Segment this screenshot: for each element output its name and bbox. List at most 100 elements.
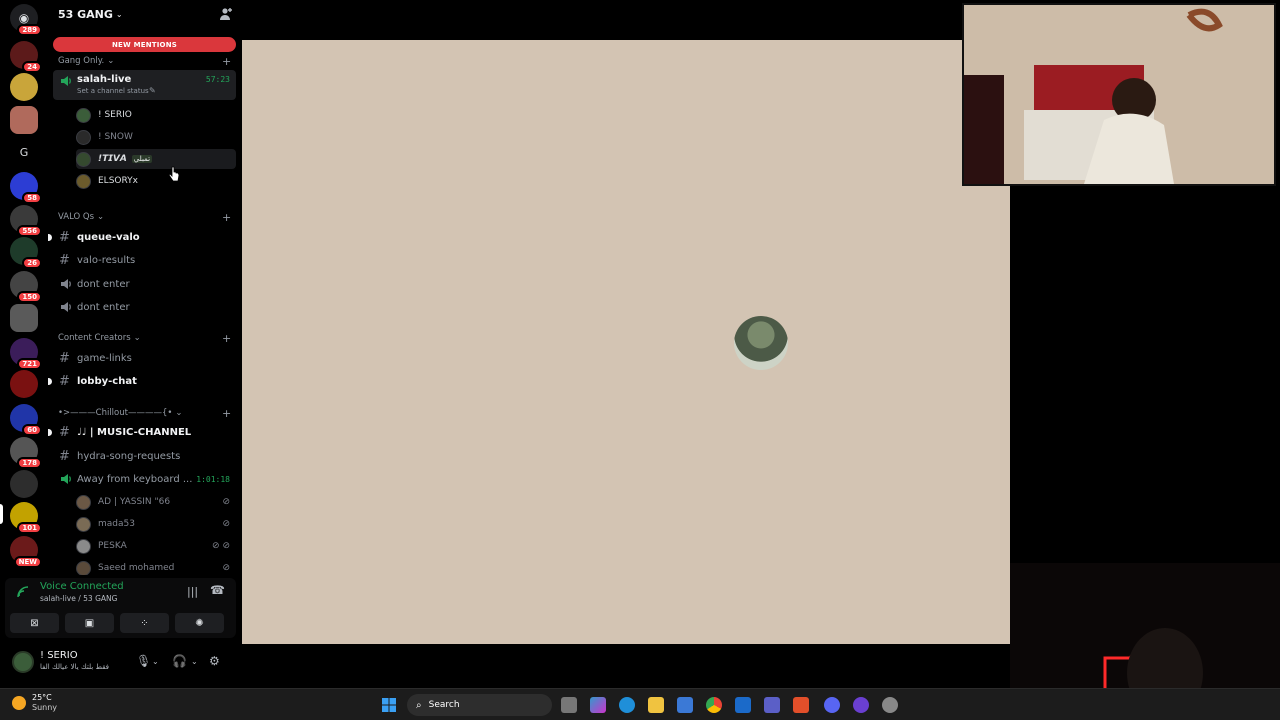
voice-connected-subtitle[interactable]: salah-live / 53 GANG [40, 594, 117, 603]
server-icon-11[interactable] [10, 370, 38, 398]
settings-gear-icon[interactable]: ⚙ [209, 654, 220, 668]
server-icon-1[interactable]: 24 [10, 41, 42, 73]
soundboard-icon: ✺ [195, 617, 204, 629]
add-channel-icon[interactable]: + [222, 211, 231, 224]
taskbar-search[interactable]: ⌕ Search [407, 694, 552, 716]
server-header[interactable]: 53 GANG ⌄ [48, 0, 241, 28]
channel-name: hydra-song-requests [77, 450, 181, 462]
voice-user[interactable]: PESKA ⊘ ⊘ [76, 536, 236, 556]
teams-icon[interactable] [764, 697, 780, 713]
voice-channel-dont-enter[interactable]: dont enter [53, 297, 236, 317]
file-explorer-icon[interactable] [648, 697, 664, 713]
category-gang-only[interactable]: Gang Only. ⌄ + [58, 55, 231, 68]
server-icon-g[interactable]: G [10, 138, 38, 166]
stream-view[interactable] [242, 40, 1010, 644]
voice-connected-title[interactable]: Voice Connected [40, 581, 124, 592]
activities-button[interactable]: ⁘ [120, 613, 169, 633]
channel-name: salah-live [77, 74, 132, 85]
app-icon[interactable] [882, 697, 898, 713]
copilot-icon[interactable] [590, 697, 606, 713]
user-name[interactable]: ! SERIO [40, 650, 78, 661]
chevron-down-icon[interactable]: ⌄ [191, 657, 198, 666]
dm-home-button[interactable]: ◉ 289 [10, 4, 42, 36]
mail-icon[interactable] [735, 697, 751, 713]
voice-channel-salah-live[interactable]: salah-live 57:23 Set a channel status ✎ [53, 70, 236, 100]
category-valo-qs[interactable]: VALO Qs ⌄ + [58, 211, 231, 224]
server-icon-14[interactable] [10, 470, 38, 498]
new-mentions-bar[interactable]: NEW MENTIONS [53, 37, 236, 52]
server-icon-6[interactable]: 556 [10, 205, 42, 237]
dm-badge: 289 [17, 24, 42, 36]
pencil-icon[interactable]: ✎ [149, 86, 156, 95]
server-icon-8[interactable]: 150 [10, 271, 42, 303]
server-rail: ◉ 289 24 G 58 556 26 150 721 60 178 101 … [0, 0, 48, 575]
server-icon-7[interactable]: 26 [10, 237, 42, 269]
server-icon-53-gang[interactable]: 101 [10, 502, 42, 534]
server-icon-12[interactable]: 60 [10, 404, 42, 436]
add-channel-icon[interactable]: + [222, 407, 231, 420]
camera-off-button[interactable]: ⊠ [10, 613, 59, 633]
weather-widget[interactable]: 25°C Sunny [12, 693, 57, 713]
voice-user[interactable]: ! SNOW [76, 127, 236, 147]
invite-people-icon[interactable] [219, 7, 233, 21]
muted-deafened-icon: ⊘ ⊘ [212, 541, 230, 551]
server-icon-3[interactable] [10, 106, 38, 134]
voice-user[interactable]: AD | YASSIN "66 ⊘ [76, 492, 236, 512]
server-icon-9[interactable] [10, 304, 38, 332]
edge-icon[interactable] [619, 697, 635, 713]
voice-user[interactable]: ELSORYx [76, 171, 236, 191]
chrome-icon[interactable] [706, 697, 722, 713]
server-icon-10[interactable]: 721 [10, 338, 42, 370]
category-label: Content Creators [58, 333, 131, 343]
speaker-icon [61, 302, 71, 312]
disconnect-icon[interactable]: ☎ [210, 583, 225, 597]
microphone-icon[interactable]: 🎙 [136, 654, 151, 668]
server-badge: 556 [17, 225, 42, 237]
voice-user[interactable]: mada53 ⊘ [76, 514, 236, 534]
discord-taskbar-icon[interactable] [824, 697, 840, 713]
chevron-down-icon[interactable]: ⌄ [152, 657, 159, 666]
brave-icon[interactable] [793, 697, 809, 713]
noise-suppression-icon[interactable]: ||| [187, 585, 198, 598]
signal-icon [17, 586, 29, 598]
add-channel-icon[interactable]: + [222, 55, 231, 68]
server-icon-5[interactable]: 58 [10, 172, 42, 204]
category-content-creators[interactable]: Content Creators ⌄ + [58, 332, 231, 345]
category-chillout[interactable]: •>———Chillout————{• ⌄ + [58, 407, 231, 420]
avatar [76, 173, 91, 189]
chevron-down-icon: ⌄ [97, 212, 105, 222]
text-channel-music[interactable]: # ♩♩ | MUSIC-CHANNEL [48, 422, 236, 442]
voice-user-hovered[interactable]: !𝙏𝙄𝙑𝘼 تمبلي [76, 149, 236, 169]
channel-name: queue-valo [77, 231, 140, 243]
mouse-cursor-icon [168, 166, 180, 182]
voice-user-name: ! SERIO [98, 110, 132, 120]
user-avatar[interactable] [12, 651, 34, 673]
text-channel-game-links[interactable]: # game-links [53, 348, 236, 368]
text-channel-lobby-chat[interactable]: # lobby-chat [48, 371, 236, 391]
voice-user[interactable]: ! SERIO [76, 105, 236, 125]
add-channel-icon[interactable]: + [222, 332, 231, 345]
webcam-overlay-top [962, 3, 1276, 186]
text-channel-queue-valo[interactable]: # queue-valo [48, 227, 236, 247]
app-icon[interactable] [853, 697, 869, 713]
channel-name: game-links [77, 352, 132, 364]
server-icon-2[interactable] [10, 73, 38, 101]
unread-indicator [48, 377, 52, 385]
text-channel-valo-results[interactable]: # valo-results [53, 250, 236, 270]
deafened-icon: ⊘ [222, 497, 230, 507]
chevron-down-icon: ⌄ [175, 408, 183, 418]
windows-start-icon[interactable] [381, 697, 397, 713]
search-icon: ⌕ [416, 699, 422, 711]
task-view-icon[interactable] [561, 697, 577, 713]
voice-channel-dont-enter[interactable]: dont enter [53, 274, 236, 294]
voice-channel-afk[interactable]: Away from keyboard ... 1:01:18 [53, 469, 236, 489]
screen-share-button[interactable]: ▣ [65, 613, 114, 633]
server-icon-16[interactable]: NEW [10, 536, 42, 568]
soundboard-button[interactable]: ✺ [175, 613, 224, 633]
text-channel-hydra-song-requests[interactable]: # hydra-song-requests [53, 446, 236, 466]
voice-user[interactable]: Saeed mohamed ⊘ [76, 558, 236, 575]
store-icon[interactable] [677, 697, 693, 713]
server-icon-13[interactable]: 178 [10, 437, 42, 469]
headphones-icon[interactable]: 🎧 [172, 654, 187, 668]
channel-status[interactable]: Set a channel status [77, 87, 149, 95]
